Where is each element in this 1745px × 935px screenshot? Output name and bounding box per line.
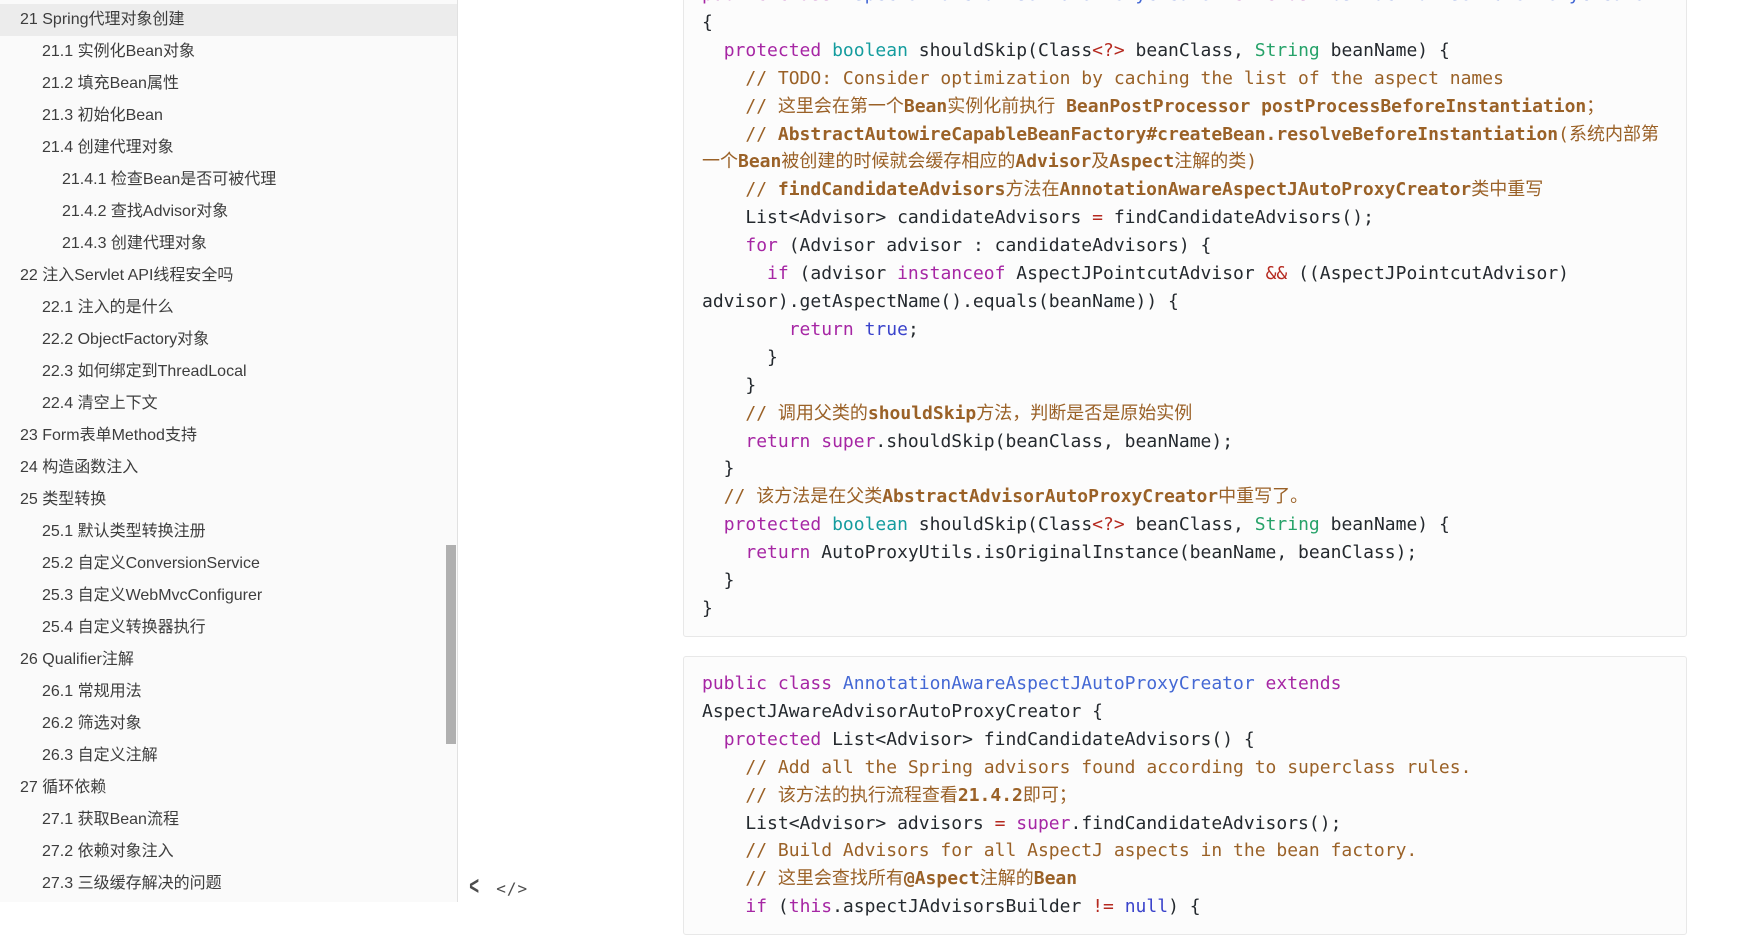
toc-item[interactable]: 26.3 自定义注解 <box>0 740 457 772</box>
toc-item[interactable]: 25.3 自定义WebMvcConfigurer <box>0 580 457 612</box>
toc-item[interactable]: 21.4.3 创建代理对象 <box>0 228 457 260</box>
toc-item[interactable]: 22.2 ObjectFactory对象 <box>0 324 457 356</box>
toc-item[interactable]: 25.1 默认类型转换注册 <box>0 516 457 548</box>
toc-item[interactable]: 22 注入Servlet API线程安全吗 <box>0 260 457 292</box>
sidebar-scrollbar-thumb[interactable] <box>446 545 456 744</box>
content-area: public class AspectJAwareAdvisorAutoProx… <box>459 0 1745 935</box>
toc-item[interactable]: 21.4 创建代理对象 <box>0 132 457 164</box>
toc-item[interactable]: 27.2 依赖对象注入 <box>0 836 457 868</box>
toc-item[interactable]: 21.2 填充Bean属性 <box>0 68 457 100</box>
toc-item[interactable]: 27.1 获取Bean流程 <box>0 804 457 836</box>
toc-item[interactable]: 22.4 清空上下文 <box>0 388 457 420</box>
toc-item[interactable]: 27.3 三级缓存解决的问题 <box>0 868 457 900</box>
toc-item[interactable]: 22.3 如何绑定到ThreadLocal <box>0 356 457 388</box>
toc-item[interactable]: 21 Spring代理对象创建 <box>0 4 457 36</box>
toc-item[interactable]: 25 类型转换 <box>0 484 457 516</box>
toc-item[interactable]: 21.3 初始化Bean <box>0 100 457 132</box>
toc-item[interactable]: 21.4.1 检查Bean是否可被代理 <box>0 164 457 196</box>
footer-toolbar: < </> <box>468 872 528 903</box>
toc-list: 21 Spring代理对象创建 21.1 实例化Bean对象 21.2 填充Bean… <box>0 0 457 900</box>
toc-item[interactable]: 21.1 实例化Bean对象 <box>0 36 457 68</box>
code-view-icon[interactable]: </> <box>496 876 528 900</box>
toc-item[interactable]: 23 Form表单Method支持 <box>0 420 457 452</box>
toc-item[interactable]: 21.4.2 查找Advisor对象 <box>0 196 457 228</box>
toc-item[interactable]: 25.2 自定义ConversionService <box>0 548 457 580</box>
toc-item[interactable]: 22.1 注入的是什么 <box>0 292 457 324</box>
code-block: public class AspectJAwareAdvisorAutoProx… <box>683 0 1687 637</box>
toc-item[interactable]: 24 构造函数注入 <box>0 452 457 484</box>
toc-item[interactable]: 26 Qualifier注解 <box>0 644 457 676</box>
code-text: public class AnnotationAwareAspectJAutoP… <box>702 673 1472 918</box>
chevron-left-icon[interactable]: < <box>469 872 479 903</box>
toc-item[interactable]: 25.4 自定义转换器执行 <box>0 612 457 644</box>
sidebar: 21 Spring代理对象创建 21.1 实例化Bean对象 21.2 填充Bean… <box>0 0 458 902</box>
toc-item[interactable]: 27 循环依赖 <box>0 772 457 804</box>
toc-item[interactable]: 26.1 常规用法 <box>0 676 457 708</box>
code-text: public class AspectJAwareAdvisorAutoProx… <box>702 0 1659 619</box>
code-block: public class AnnotationAwareAspectJAutoP… <box>683 656 1687 935</box>
toc-item[interactable]: 26.2 筛选对象 <box>0 708 457 740</box>
